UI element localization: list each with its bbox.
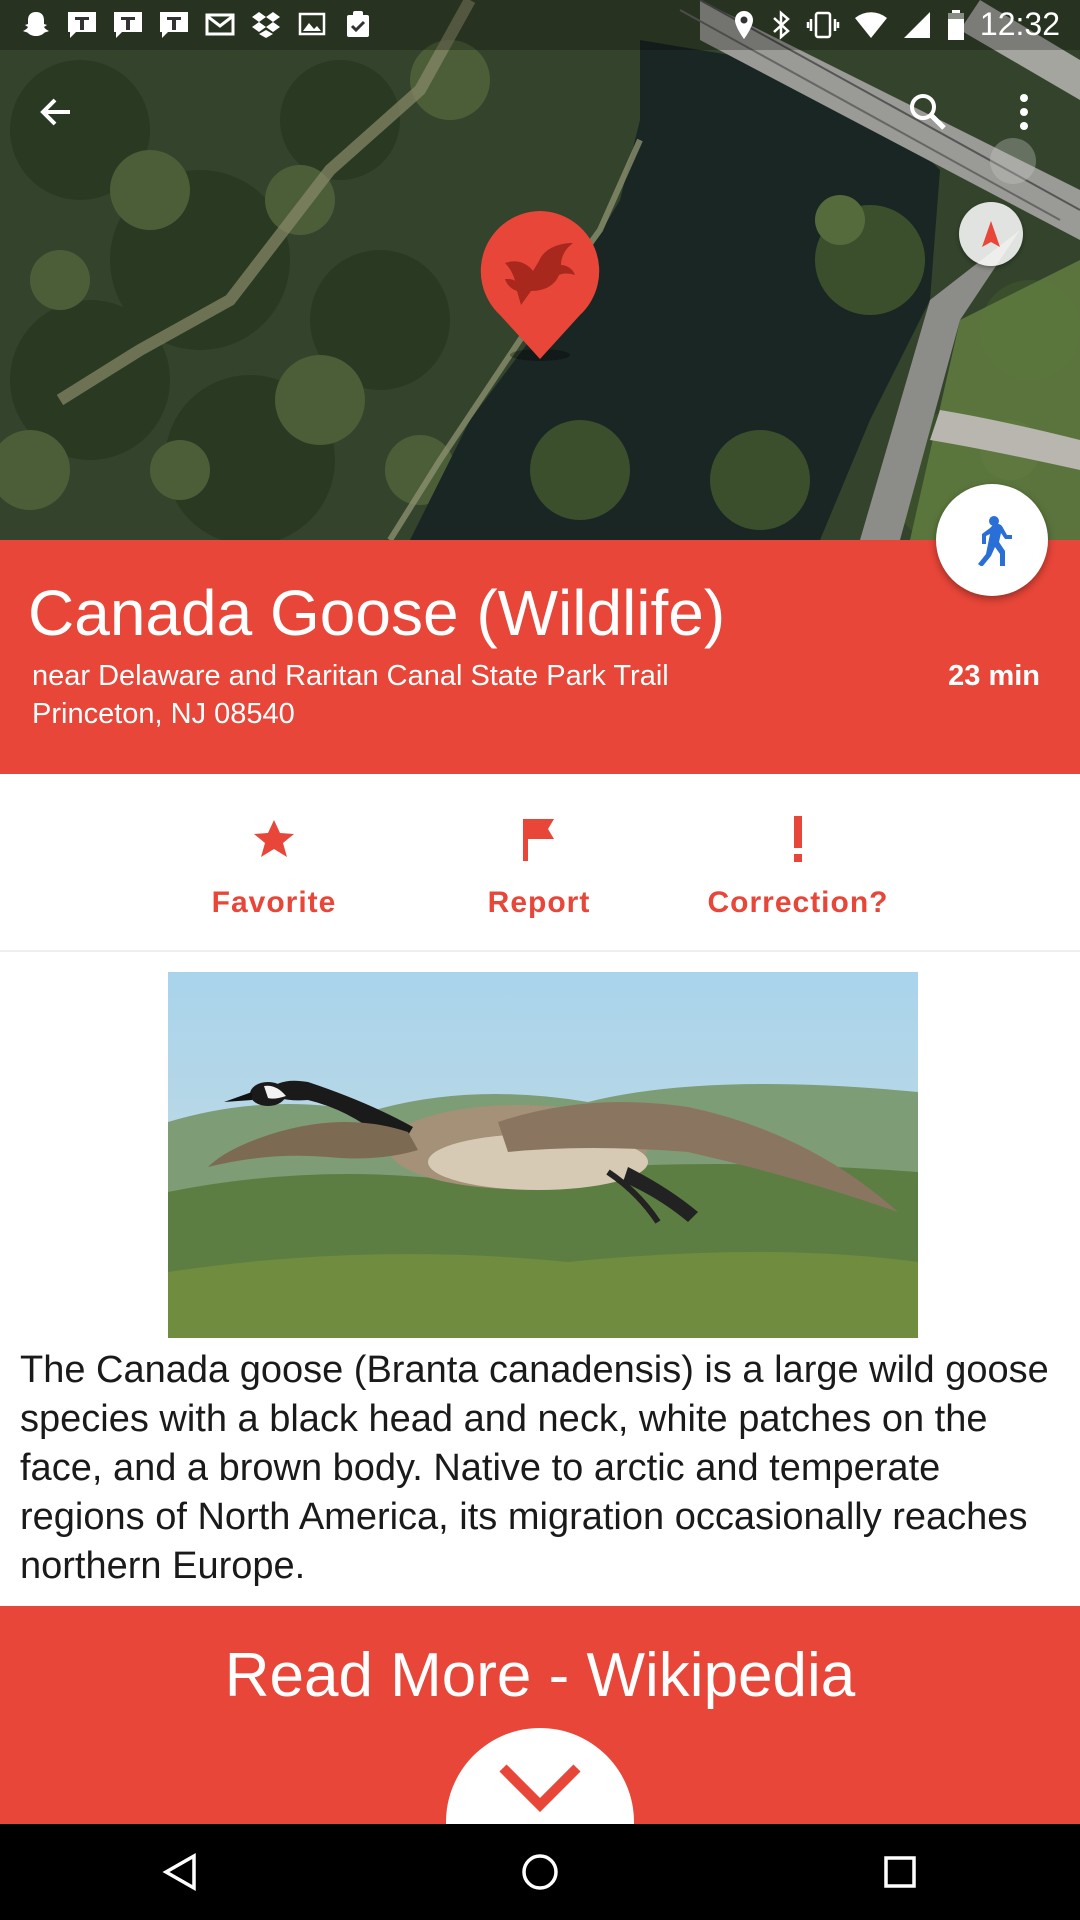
correction-button[interactable]: Correction? <box>688 814 908 924</box>
t-app-icon <box>66 8 98 40</box>
nav-home-icon <box>522 1854 558 1890</box>
nav-recents-button[interactable] <box>870 1842 930 1902</box>
walk-time: 23 min <box>948 660 1040 692</box>
favorite-button[interactable]: Favorite <box>164 814 384 924</box>
more-vert-icon <box>1020 94 1028 130</box>
dropbox-icon <box>250 8 282 40</box>
map-view[interactable]: 12:32 <box>0 0 1080 540</box>
gmail-icon <box>204 8 236 40</box>
chevron-down-icon <box>499 1764 581 1812</box>
correction-label: Correction? <box>707 886 889 919</box>
place-title: Canada Goose (Wildlife) <box>28 577 726 649</box>
flag-icon <box>523 819 554 861</box>
nav-recents-icon <box>884 1856 916 1888</box>
system-navigation-bar <box>0 1824 1080 1920</box>
clipboard-icon <box>342 8 374 40</box>
read-more-label: Read More - Wikipedia <box>224 1641 856 1710</box>
nav-back-icon <box>162 1852 196 1892</box>
wildlife-photo <box>168 972 918 1338</box>
snapchat-icon <box>20 8 52 40</box>
wildlife-map-marker[interactable] <box>475 205 605 365</box>
report-button[interactable]: Report <box>429 814 649 924</box>
wifi-icon <box>854 10 888 40</box>
signal-icon <box>902 10 932 40</box>
back-button[interactable] <box>26 82 86 142</box>
star-icon <box>254 820 294 857</box>
wildlife-description: The Canada goose (Branta canadensis) is … <box>20 1349 1049 1587</box>
exclamation-icon <box>794 816 802 862</box>
status-bar: 12:32 <box>0 0 1080 50</box>
search-icon <box>910 94 946 130</box>
t-app-icon <box>158 8 190 40</box>
compass-button[interactable] <box>959 202 1023 266</box>
favorite-label: Favorite <box>211 886 337 919</box>
address-line-1: near Delaware and Raritan Canal State Pa… <box>32 660 669 692</box>
walking-directions-button[interactable] <box>936 484 1048 596</box>
search-button[interactable] <box>898 82 958 142</box>
nav-home-button[interactable] <box>510 1842 570 1902</box>
gallery-icon <box>296 8 328 40</box>
read-more-wikipedia-button[interactable]: Read More - Wikipedia <box>0 1606 1080 1824</box>
place-header: Canada Goose (Wildlife) near Delaware an… <box>0 540 1080 774</box>
t-app-icon <box>112 8 144 40</box>
more-options-button[interactable] <box>994 82 1054 142</box>
action-bar: Favorite Report Correction? <box>0 774 1080 952</box>
report-label: Report <box>487 886 591 919</box>
expand-button[interactable] <box>446 1728 634 1824</box>
address-line-2: Princeton, NJ 08540 <box>32 698 295 730</box>
battery-icon <box>946 9 966 41</box>
my-location-indicator <box>990 138 1036 184</box>
status-time: 12:32 <box>979 6 1060 42</box>
compass-icon <box>982 221 1000 247</box>
vibrate-icon <box>806 9 840 41</box>
arrow-back-icon <box>40 98 70 126</box>
bluetooth-icon <box>770 9 792 41</box>
walk-icon <box>978 516 1012 566</box>
nav-back-button[interactable] <box>150 1842 210 1902</box>
location-icon <box>732 9 756 41</box>
